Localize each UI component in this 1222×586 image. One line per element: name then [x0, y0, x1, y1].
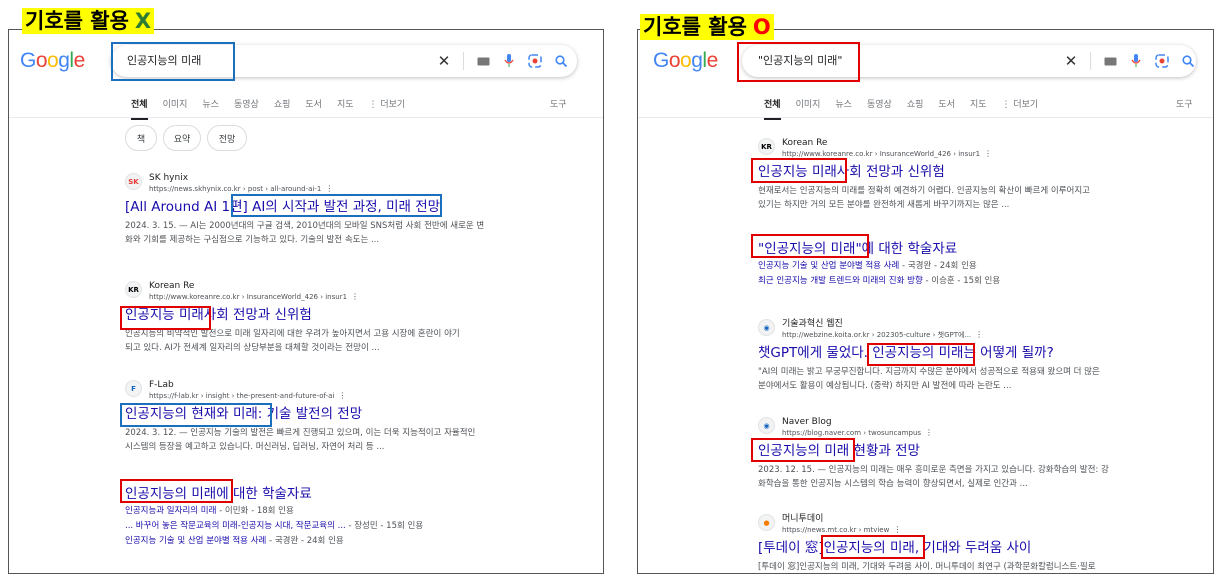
- search-result: F F-Lab https://f-lab.kr › insight › the…: [125, 379, 475, 454]
- result-snippet: 시스템의 등장을 예고하고 있습니다. 머신러닝, 딥러닝, 자연어 처리 등 …: [125, 442, 385, 452]
- result-title[interactable]: 인공지능 미래사회 전망과 신위험: [125, 306, 460, 325]
- scholar-result: "인공지능의 미래"에 대한 학술자료 인공지능 기술 및 산업 분야별 적용 …: [758, 236, 1000, 289]
- clear-icon[interactable]: ✕: [437, 52, 451, 70]
- site-name[interactable]: Naver Blog: [782, 416, 933, 428]
- site-name[interactable]: Korean Re: [149, 280, 359, 292]
- lens-icon[interactable]: [528, 54, 542, 68]
- clear-icon[interactable]: ✕: [1064, 52, 1078, 70]
- label-text: 기호를 활용: [643, 15, 747, 39]
- search-bar[interactable]: 인공지능의 미래 ✕: [111, 45, 577, 77]
- result-title[interactable]: 인공지능의 현재와 미래: 기술 발전의 전망: [125, 405, 475, 424]
- site-name[interactable]: F-Lab: [149, 379, 346, 391]
- microphone-icon[interactable]: [1129, 54, 1143, 68]
- result-title[interactable]: [All Around AI 1편] AI의 시작과 발전 과정, 미래 전망: [125, 198, 484, 217]
- result-snippet: 2024. 3. 12. — 인공지능 기술의 발전은 빠르게 진행되고 있으며…: [125, 428, 476, 438]
- search-result: KR Korean Re http://www.koreanre.co.kr ›…: [125, 280, 460, 355]
- result-snippet: 되고 있다. AI가 전세계 일자리의 상당부분을 대체할 것이라는 전망이 .…: [125, 343, 380, 353]
- result-snippet: 인공지능의 비약적인 발전으로 미래 일자리에 대한 우려가 높아지면서 고용 …: [125, 329, 460, 339]
- keyboard-icon[interactable]: [1103, 54, 1117, 68]
- label-without-symbol: 기호를 활용 X: [22, 8, 155, 34]
- result-snippet: [투데이 窓]인공지능의 미래, 기대와 두려움 사이. 머니투데이 최연구 (…: [758, 562, 1096, 572]
- site-url[interactable]: http://webzine.koita.or.kr › 202305-cult…: [782, 330, 983, 340]
- search-icon[interactable]: [1181, 54, 1195, 68]
- site-url[interactable]: https://news.mt.co.kr › mtview ⋮: [782, 525, 901, 535]
- search-input[interactable]: 인공지능의 미래: [127, 52, 201, 68]
- site-name[interactable]: Korean Re: [782, 137, 992, 149]
- lens-icon[interactable]: [1155, 54, 1169, 68]
- keyboard-icon[interactable]: [476, 54, 490, 68]
- search-input[interactable]: "인공지능의 미래": [758, 52, 842, 68]
- label-with-symbol: 기호를 활용 O: [640, 14, 774, 40]
- divider: [463, 52, 464, 70]
- result-snippet: 분야에서도 활용이 예상됩니다. (중략) 하지만 AI 발전에 따라 논란도 …: [758, 381, 1012, 391]
- divider: [1090, 52, 1091, 70]
- search-result: KR Korean Re http://www.koreanre.co.kr ›…: [758, 137, 1090, 212]
- chip-outlook[interactable]: 전망: [207, 125, 247, 151]
- favicon: F: [125, 380, 142, 397]
- site-url[interactable]: https://news.skhynix.co.kr › post › all-…: [149, 184, 333, 194]
- result-title[interactable]: 인공지능 미래사회 전망과 신위험: [758, 163, 1090, 182]
- favicon: SK: [125, 173, 142, 190]
- filter-chips: 책 요약 전망: [125, 125, 247, 151]
- google-logo[interactable]: Google: [20, 49, 85, 73]
- label-text: 기호를 활용: [25, 9, 129, 33]
- result-title[interactable]: 인공지능의 미래에 대한 학술자료: [125, 485, 423, 504]
- right-search-panel: Google "인공지능의 미래" ✕ 전체 이미지 뉴스 동영상 쇼핑 도서 …: [637, 29, 1214, 574]
- result-snippet: 2023. 12. 15. — 인공지능의 미래는 매우 흥미로운 측면을 가지…: [758, 465, 1109, 475]
- result-snippet: 2024. 3. 15. — AI는 2000년대의 구글 검색, 2010년대…: [125, 221, 485, 231]
- site-url[interactable]: http://www.koreanre.co.kr › InsuranceWor…: [149, 292, 359, 302]
- favicon: KR: [758, 138, 775, 155]
- result-snippet: 화와 기회를 제공하는 구심점으로 기능하고 있다. 기술의 발전 속도는 ..…: [125, 235, 380, 245]
- result-title[interactable]: "인공지능의 미래"에 대한 학술자료: [758, 240, 1000, 259]
- favicon: ●: [758, 514, 775, 531]
- site-url[interactable]: https://f-lab.kr › insight › the-present…: [149, 391, 346, 401]
- favicon: KR: [125, 281, 142, 298]
- result-snippet: 있기는 하지만 거의 모든 분야를 완전하게 새롭게 바꾸기까지는 많은 ...: [758, 200, 1010, 210]
- microphone-icon[interactable]: [502, 54, 516, 68]
- x-mark: X: [134, 9, 152, 33]
- tools-button[interactable]: 도구: [550, 97, 567, 110]
- result-snippet: 화학습을 통한 인공지능 시스템의 학습 능력이 향상되면서, 실제로 인간과 …: [758, 479, 1028, 489]
- divider: [638, 117, 1213, 118]
- comparison-figure: 기호를 활용 X 기호를 활용 O Google 인공지능의 미래 ✕ 전체 이미지…: [0, 0, 1222, 586]
- scholar-item[interactable]: 최근 인공지능 개발 트렌드와 미래의 진화 방향 - 이승훈 - 15회 인용: [758, 274, 1000, 289]
- search-result: ◉ 기술과혁신 웹진 http://webzine.koita.or.kr › …: [758, 318, 1100, 393]
- search-bar[interactable]: "인공지능의 미래" ✕: [742, 45, 1196, 77]
- divider: [9, 117, 603, 118]
- chip-book[interactable]: 책: [125, 125, 157, 151]
- search-result: SK SK hynix https://news.skhynix.co.kr ›…: [125, 172, 484, 247]
- result-title[interactable]: [투데이 窓]인공지능의 미래, 기대와 두려움 사이: [758, 539, 1096, 558]
- result-title[interactable]: 인공지능의 미래 현황과 전망: [758, 442, 1109, 461]
- scholar-item[interactable]: 인공지능 기술 및 산업 분야별 적용 사례 - 국경완 - 24회 인용: [125, 534, 423, 549]
- scholar-item[interactable]: 인공지능과 일자리의 미래 - 이민화 - 18회 인용: [125, 504, 423, 519]
- search-result: ● 머니투데이 https://news.mt.co.kr › mtview ⋮ …: [758, 513, 1096, 573]
- result-snippet: 현재로서는 인공지능의 미래를 정확히 예견하기 어렵다. 인공지능의 확산이 …: [758, 186, 1091, 196]
- result-snippet: "AI의 미래는 밝고 무궁무진합니다. 지금까지 수많은 분야에서 성공적으로…: [758, 367, 1100, 377]
- google-logo[interactable]: Google: [653, 49, 718, 73]
- scholar-result: 인공지능의 미래에 대한 학술자료 인공지능과 일자리의 미래 - 이민화 - …: [125, 481, 423, 549]
- favicon: ◉: [758, 417, 775, 434]
- tools-button[interactable]: 도구: [1176, 97, 1193, 110]
- left-search-panel: Google 인공지능의 미래 ✕ 전체 이미지 뉴스 동영상 쇼핑 도서 지도…: [8, 29, 604, 574]
- result-title[interactable]: 챗GPT에게 물었다. 인공지능의 미래는 어떻게 될까?: [758, 344, 1100, 363]
- search-result: ◉ Naver Blog https://blog.naver.com › tw…: [758, 416, 1109, 491]
- site-name[interactable]: SK hynix: [149, 172, 333, 184]
- site-name[interactable]: 기술과혁신 웹진: [782, 318, 983, 330]
- scholar-item[interactable]: ... 바꾸어 놓은 작문교육의 미래-인공지능 시대, 작문교육의 ... -…: [125, 519, 423, 534]
- search-icon[interactable]: [554, 54, 568, 68]
- chip-summary[interactable]: 요약: [163, 125, 201, 151]
- scholar-item[interactable]: 인공지능 기술 및 산업 분야별 적용 사례 - 국경완 - 24회 인용: [758, 259, 1000, 274]
- site-url[interactable]: https://blog.naver.com › twosuncampus ⋮: [782, 428, 933, 438]
- site-name[interactable]: 머니투데이: [782, 513, 901, 525]
- favicon: ◉: [758, 319, 775, 336]
- o-mark: O: [752, 15, 771, 39]
- site-url[interactable]: http://www.koreanre.co.kr › InsuranceWor…: [782, 149, 992, 159]
